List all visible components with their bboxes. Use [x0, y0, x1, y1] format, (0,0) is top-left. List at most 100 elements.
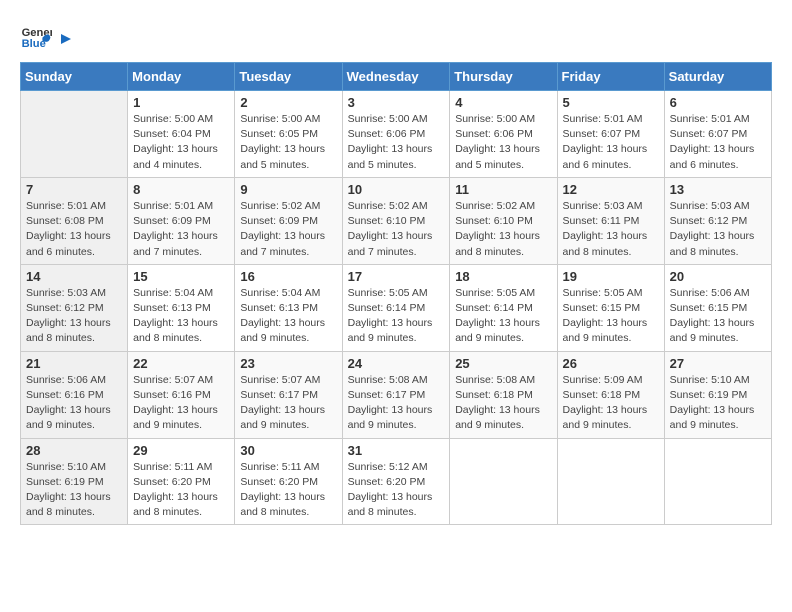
- day-number: 11: [455, 182, 551, 197]
- calendar-day-cell: 25 Sunrise: 5:08 AM Sunset: 6:18 PM Dayli…: [450, 351, 557, 438]
- calendar-day-cell: 26 Sunrise: 5:09 AM Sunset: 6:18 PM Dayli…: [557, 351, 664, 438]
- day-number: 5: [563, 95, 659, 110]
- calendar-day-cell: 4 Sunrise: 5:00 AM Sunset: 6:06 PM Daylig…: [450, 91, 557, 178]
- day-info: Sunrise: 5:08 AM Sunset: 6:18 PM Dayligh…: [455, 373, 551, 434]
- day-info: Sunrise: 5:10 AM Sunset: 6:19 PM Dayligh…: [26, 460, 122, 521]
- calendar-day-cell: 2 Sunrise: 5:00 AM Sunset: 6:05 PM Daylig…: [235, 91, 342, 178]
- day-number: 31: [348, 443, 445, 458]
- calendar-body: 1Sunrise: 5:00 AM Sunset: 6:04 PM Daylig…: [21, 91, 772, 525]
- calendar-day-cell: 14 Sunrise: 5:03 AM Sunset: 6:12 PM Dayli…: [21, 264, 128, 351]
- calendar-week-row: 7 Sunrise: 5:01 AM Sunset: 6:08 PM Daylig…: [21, 177, 772, 264]
- day-number: 4: [455, 95, 551, 110]
- day-number: 28: [26, 443, 122, 458]
- calendar-day-cell: 29 Sunrise: 5:11 AM Sunset: 6:20 PM Dayli…: [128, 438, 235, 525]
- day-number: 1: [133, 95, 229, 110]
- day-number: 7: [26, 182, 122, 197]
- day-number: 25: [455, 356, 551, 371]
- calendar-day-cell: 13 Sunrise: 5:03 AM Sunset: 6:12 PM Dayli…: [664, 177, 771, 264]
- day-number: 29: [133, 443, 229, 458]
- calendar-day-cell: 16 Sunrise: 5:04 AM Sunset: 6:13 PM Dayli…: [235, 264, 342, 351]
- calendar-day-cell: [664, 438, 771, 525]
- day-info: Sunrise: 5:03 AM Sunset: 6:12 PM Dayligh…: [670, 199, 766, 260]
- calendar-day-cell: 6 Sunrise: 5:01 AM Sunset: 6:07 PM Daylig…: [664, 91, 771, 178]
- calendar-day-cell: 31 Sunrise: 5:12 AM Sunset: 6:20 PM Dayli…: [342, 438, 450, 525]
- day-info: Sunrise: 5:00 AM Sunset: 6:06 PM Dayligh…: [455, 112, 551, 173]
- day-number: 10: [348, 182, 445, 197]
- day-number: 14: [26, 269, 122, 284]
- day-number: 21: [26, 356, 122, 371]
- calendar-table: SundayMondayTuesdayWednesdayThursdayFrid…: [20, 62, 772, 525]
- weekday-header-cell: Wednesday: [342, 63, 450, 91]
- day-info: Sunrise: 5:02 AM Sunset: 6:10 PM Dayligh…: [348, 199, 445, 260]
- day-info: Sunrise: 5:01 AM Sunset: 6:07 PM Dayligh…: [670, 112, 766, 173]
- day-info: Sunrise: 5:02 AM Sunset: 6:10 PM Dayligh…: [455, 199, 551, 260]
- weekday-header-cell: Friday: [557, 63, 664, 91]
- day-info: Sunrise: 5:01 AM Sunset: 6:07 PM Dayligh…: [563, 112, 659, 173]
- day-info: Sunrise: 5:12 AM Sunset: 6:20 PM Dayligh…: [348, 460, 445, 521]
- calendar-day-cell: 20Sunrise: 5:06 AM Sunset: 6:15 PM Dayli…: [664, 264, 771, 351]
- day-number: 26: [563, 356, 659, 371]
- calendar-week-row: 21 Sunrise: 5:06 AM Sunset: 6:16 PM Dayli…: [21, 351, 772, 438]
- day-info: Sunrise: 5:07 AM Sunset: 6:17 PM Dayligh…: [240, 373, 336, 434]
- day-number: 19: [563, 269, 659, 284]
- day-info: Sunrise: 5:05 AM Sunset: 6:14 PM Dayligh…: [348, 286, 445, 347]
- day-number: 23: [240, 356, 336, 371]
- day-number: 13: [670, 182, 766, 197]
- calendar-day-cell: [450, 438, 557, 525]
- day-info: Sunrise: 5:00 AM Sunset: 6:05 PM Dayligh…: [240, 112, 336, 173]
- calendar-day-cell: 17 Sunrise: 5:05 AM Sunset: 6:14 PM Dayli…: [342, 264, 450, 351]
- calendar-day-cell: 22 Sunrise: 5:07 AM Sunset: 6:16 PM Dayli…: [128, 351, 235, 438]
- logo-icon: General Blue: [20, 20, 52, 52]
- calendar-day-cell: 5 Sunrise: 5:01 AM Sunset: 6:07 PM Daylig…: [557, 91, 664, 178]
- svg-text:Blue: Blue: [22, 38, 46, 50]
- calendar-day-cell: 23 Sunrise: 5:07 AM Sunset: 6:17 PM Dayli…: [235, 351, 342, 438]
- calendar-day-cell: 21 Sunrise: 5:06 AM Sunset: 6:16 PM Dayli…: [21, 351, 128, 438]
- logo-arrow-icon: [57, 30, 75, 48]
- calendar-day-cell: [557, 438, 664, 525]
- day-info: Sunrise: 5:01 AM Sunset: 6:09 PM Dayligh…: [133, 199, 229, 260]
- day-info: Sunrise: 5:11 AM Sunset: 6:20 PM Dayligh…: [133, 460, 229, 521]
- calendar-week-row: 14 Sunrise: 5:03 AM Sunset: 6:12 PM Dayli…: [21, 264, 772, 351]
- calendar-day-cell: 9Sunrise: 5:02 AM Sunset: 6:09 PM Daylig…: [235, 177, 342, 264]
- calendar-day-cell: 27Sunrise: 5:10 AM Sunset: 6:19 PM Dayli…: [664, 351, 771, 438]
- day-info: Sunrise: 5:09 AM Sunset: 6:18 PM Dayligh…: [563, 373, 659, 434]
- day-info: Sunrise: 5:03 AM Sunset: 6:11 PM Dayligh…: [563, 199, 659, 260]
- day-number: 2: [240, 95, 336, 110]
- calendar-day-cell: 7 Sunrise: 5:01 AM Sunset: 6:08 PM Daylig…: [21, 177, 128, 264]
- logo: General Blue: [20, 20, 75, 52]
- day-number: 12: [563, 182, 659, 197]
- day-number: 3: [348, 95, 445, 110]
- day-number: 22: [133, 356, 229, 371]
- day-number: 27: [670, 356, 766, 371]
- calendar-week-row: 28 Sunrise: 5:10 AM Sunset: 6:19 PM Dayli…: [21, 438, 772, 525]
- weekday-header-cell: Monday: [128, 63, 235, 91]
- day-info: Sunrise: 5:05 AM Sunset: 6:14 PM Dayligh…: [455, 286, 551, 347]
- day-number: 30: [240, 443, 336, 458]
- day-number: 18: [455, 269, 551, 284]
- calendar-day-cell: 18 Sunrise: 5:05 AM Sunset: 6:14 PM Dayli…: [450, 264, 557, 351]
- day-info: Sunrise: 5:11 AM Sunset: 6:20 PM Dayligh…: [240, 460, 336, 521]
- day-info: Sunrise: 5:00 AM Sunset: 6:06 PM Dayligh…: [348, 112, 445, 173]
- day-info: Sunrise: 5:04 AM Sunset: 6:13 PM Dayligh…: [240, 286, 336, 347]
- weekday-header-cell: Tuesday: [235, 63, 342, 91]
- day-number: 8: [133, 182, 229, 197]
- weekday-header-cell: Sunday: [21, 63, 128, 91]
- calendar-day-cell: 3 Sunrise: 5:00 AM Sunset: 6:06 PM Daylig…: [342, 91, 450, 178]
- day-number: 6: [670, 95, 766, 110]
- calendar-day-cell: 15Sunrise: 5:04 AM Sunset: 6:13 PM Dayli…: [128, 264, 235, 351]
- day-info: Sunrise: 5:03 AM Sunset: 6:12 PM Dayligh…: [26, 286, 122, 347]
- calendar-day-cell: 11 Sunrise: 5:02 AM Sunset: 6:10 PM Dayli…: [450, 177, 557, 264]
- page-header: General Blue: [20, 20, 772, 52]
- day-number: 17: [348, 269, 445, 284]
- calendar-day-cell: 10 Sunrise: 5:02 AM Sunset: 6:10 PM Dayli…: [342, 177, 450, 264]
- day-info: Sunrise: 5:07 AM Sunset: 6:16 PM Dayligh…: [133, 373, 229, 434]
- day-info: Sunrise: 5:05 AM Sunset: 6:15 PM Dayligh…: [563, 286, 659, 347]
- calendar-day-cell: [21, 91, 128, 178]
- day-info: Sunrise: 5:01 AM Sunset: 6:08 PM Dayligh…: [26, 199, 122, 260]
- day-number: 24: [348, 356, 445, 371]
- day-info: Sunrise: 5:06 AM Sunset: 6:16 PM Dayligh…: [26, 373, 122, 434]
- day-info: Sunrise: 5:04 AM Sunset: 6:13 PM Dayligh…: [133, 286, 229, 347]
- day-number: 16: [240, 269, 336, 284]
- calendar-day-cell: 1Sunrise: 5:00 AM Sunset: 6:04 PM Daylig…: [128, 91, 235, 178]
- weekday-header-row: SundayMondayTuesdayWednesdayThursdayFrid…: [21, 63, 772, 91]
